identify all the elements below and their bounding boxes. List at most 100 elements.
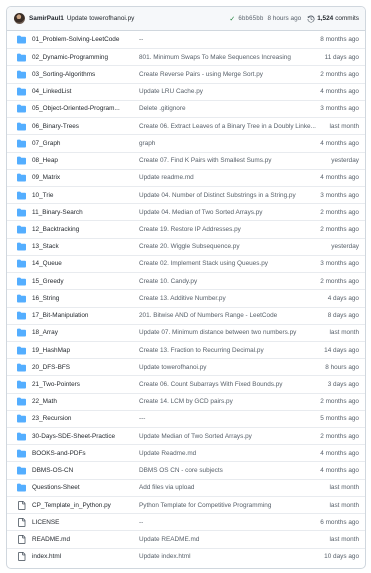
file-row[interactable]: 02_Dynamic-Programming 801. Minimum Swap… [7, 48, 365, 65]
file-name[interactable]: LICENSE [32, 519, 139, 526]
file-row[interactable]: 16_String Create 13. Additive Number.py … [7, 289, 365, 306]
last-commit-message[interactable]: Create 07. Find K Pairs with Smallest Su… [139, 157, 331, 164]
last-commit-message[interactable]: Update towerofhanoi.py [139, 364, 325, 371]
file-name[interactable]: BOOKS-and-PDFs [32, 450, 139, 457]
file-row[interactable]: 15_Greedy Create 10. Candy.py 2 months a… [7, 272, 365, 289]
file-row[interactable]: Questions-Sheet Add files via upload las… [7, 478, 365, 496]
file-row[interactable]: 08_Heap Create 07. Find K Pairs with Sma… [7, 151, 365, 169]
file-row[interactable]: CP_Template_in_Python.py Python Template… [7, 495, 365, 513]
file-row[interactable]: index.html Update index.html 10 days ago [7, 547, 365, 565]
check-icon[interactable]: ✓ [229, 15, 235, 23]
file-name[interactable]: 20_DFS-BFS [32, 364, 139, 371]
file-name[interactable]: 12_Backtracking [32, 226, 139, 233]
file-row[interactable]: 07_Graph graph 4 months ago [7, 134, 365, 151]
last-commit-message[interactable]: Create 20. Wiggle Subsequence.py [139, 243, 331, 250]
last-commit-message[interactable]: Create 13. Fraction to Recurring Decimal… [139, 347, 324, 354]
file-row[interactable]: 01_Problem-Solving-LeetCode -- 8 months … [7, 31, 365, 48]
last-commit-message[interactable]: Update 07. Minimum distance between two … [139, 329, 330, 336]
last-commit-message[interactable]: Update Median of Two Sorted Arrays.py [139, 433, 320, 440]
last-commit-message[interactable]: Update readme.md [139, 174, 320, 181]
file-name[interactable]: index.html [32, 553, 139, 560]
file-name[interactable]: 14_Queue [32, 260, 139, 267]
file-name[interactable]: 08_Heap [32, 157, 139, 164]
last-commit-message[interactable]: Delete .gitignore [139, 105, 320, 112]
file-row[interactable]: 22_Math Create 14. LCM by GCD pairs.py 2… [7, 392, 365, 410]
file-name[interactable]: 18_Array [32, 329, 139, 336]
last-commit-message[interactable]: Create 06. Extract Leaves of a Binary Tr… [139, 123, 330, 130]
file-name[interactable]: Questions-Sheet [32, 484, 139, 491]
commit-sha[interactable]: 6bb65bb [238, 15, 263, 22]
file-name[interactable]: 30-Days-SDE-Sheet-Practice [32, 433, 139, 440]
file-name[interactable]: CP_Template_in_Python.py [32, 502, 139, 509]
file-name[interactable]: README.md [32, 536, 139, 543]
file-name[interactable]: 10_Trie [32, 192, 139, 199]
file-row[interactable]: 30-Days-SDE-Sheet-Practice Update Median… [7, 427, 365, 444]
last-commit-message[interactable]: Update LRU Cache.py [139, 88, 320, 95]
file-row[interactable]: LICENSE -- 6 months ago [7, 513, 365, 530]
file-row[interactable]: 12_Backtracking Create 19. Restore IP Ad… [7, 220, 365, 237]
file-row[interactable]: 23_Recursion --- 5 months ago [7, 409, 365, 427]
file-row[interactable]: 06_Binary-Trees Create 06. Extract Leave… [7, 117, 365, 134]
file-row[interactable]: 03_Sorting-Algorithms Create Reverse Pai… [7, 65, 365, 82]
commit-author[interactable]: SamirPaul1 [29, 15, 64, 22]
last-commit-message[interactable]: 201. Bitwise AND of Numbers Range - Leet… [139, 312, 328, 319]
file-row[interactable]: BOOKS-and-PDFs Update Readme.md 4 months… [7, 444, 365, 461]
last-commit-message[interactable]: Update README.md [139, 536, 330, 543]
file-name[interactable]: 17_Bit-Manipulation [32, 312, 139, 319]
file-row[interactable]: 09_Matrix Update readme.md 4 months ago [7, 168, 365, 186]
file-name[interactable]: 22_Math [32, 398, 139, 405]
last-commit-message[interactable]: Create 02. Implement Stack using Queues.… [139, 260, 320, 267]
avatar[interactable] [14, 13, 25, 24]
last-commit-message[interactable]: Create Reverse Pairs - using Merge Sort.… [139, 71, 320, 78]
file-name[interactable]: 05_Object-Oriented-Program... [32, 105, 139, 112]
file-name[interactable]: 07_Graph [32, 140, 139, 147]
file-name[interactable]: DBMS-OS-CN [32, 467, 139, 474]
file-name[interactable]: 13_Stack [32, 243, 139, 250]
last-commit-time: 3 months ago [320, 260, 359, 268]
last-commit-message[interactable]: Update index.html [139, 553, 324, 560]
last-commit-message[interactable]: Create 13. Additive Number.py [139, 295, 328, 302]
file-row[interactable]: 05_Object-Oriented-Program... Delete .gi… [7, 99, 365, 117]
file-name[interactable]: 21_Two-Pointers [32, 381, 139, 388]
file-name[interactable]: 23_Recursion [32, 415, 139, 422]
last-commit-message[interactable]: graph [139, 140, 320, 147]
file-name[interactable]: 19_HashMap [32, 347, 139, 354]
last-commit-message[interactable]: -- [139, 519, 320, 526]
file-row[interactable]: 18_Array Update 07. Minimum distance bet… [7, 323, 365, 341]
last-commit-message[interactable]: 801. Minimum Swaps To Make Sequences Inc… [139, 54, 325, 61]
last-commit-message[interactable]: Update Readme.md [139, 450, 320, 457]
last-commit-message[interactable]: -- [139, 36, 320, 43]
file-name[interactable]: 06_Binary-Trees [32, 123, 139, 130]
last-commit-message[interactable]: Add files via upload [139, 484, 330, 491]
file-row[interactable]: 14_Queue Create 02. Implement Stack usin… [7, 254, 365, 272]
file-row[interactable]: 20_DFS-BFS Update towerofhanoi.py 8 hour… [7, 358, 365, 375]
file-name[interactable]: 04_LinkedList [32, 88, 139, 95]
file-name[interactable]: 15_Greedy [32, 278, 139, 285]
file-name[interactable]: 03_Sorting-Algorithms [32, 71, 139, 78]
file-row[interactable]: 17_Bit-Manipulation 201. Bitwise AND of … [7, 306, 365, 324]
file-name[interactable]: 16_String [32, 295, 139, 302]
last-commit-message[interactable]: Create 14. LCM by GCD pairs.py [139, 398, 320, 405]
last-commit-message[interactable]: Create 06. Count Subarrays With Fixed Bo… [139, 381, 328, 388]
file-row[interactable]: 11_Binary-Search Update 04. Median of Tw… [7, 203, 365, 220]
file-name[interactable]: 02_Dynamic-Programming [32, 54, 139, 61]
file-row[interactable]: 19_HashMap Create 13. Fraction to Recurr… [7, 340, 365, 358]
file-name[interactable]: 11_Binary-Search [32, 209, 139, 216]
file-row[interactable]: DBMS-OS-CN DBMS OS CN - core subjects 4 … [7, 461, 365, 478]
file-row[interactable]: 10_Trie Update 04. Number of Distinct Su… [7, 185, 365, 203]
last-commit-message[interactable]: Update 04. Number of Distinct Substrings… [139, 192, 320, 199]
last-commit-message[interactable]: Create 10. Candy.py [139, 278, 320, 285]
last-commit-message[interactable]: Python Template for Competitive Programm… [139, 502, 330, 509]
commit-message[interactable]: Update towerofhanoi.py [67, 15, 230, 22]
last-commit-message[interactable]: DBMS OS CN - core subjects [139, 467, 320, 474]
file-row[interactable]: 04_LinkedList Update LRU Cache.py 4 mont… [7, 82, 365, 100]
last-commit-message[interactable]: Create 19. Restore IP Addresses.py [139, 226, 320, 233]
file-name[interactable]: 09_Matrix [32, 174, 139, 181]
file-name[interactable]: 01_Problem-Solving-LeetCode [32, 36, 139, 43]
last-commit-message[interactable]: --- [139, 415, 320, 422]
file-row[interactable]: README.md Update README.md last month [7, 530, 365, 547]
commit-history-link[interactable]: 1,524 commits [307, 14, 359, 23]
file-row[interactable]: 21_Two-Pointers Create 06. Count Subarra… [7, 375, 365, 392]
last-commit-message[interactable]: Update 04. Median of Two Sorted Arrays.p… [139, 209, 320, 216]
file-row[interactable]: 13_Stack Create 20. Wiggle Subsequence.p… [7, 237, 365, 255]
